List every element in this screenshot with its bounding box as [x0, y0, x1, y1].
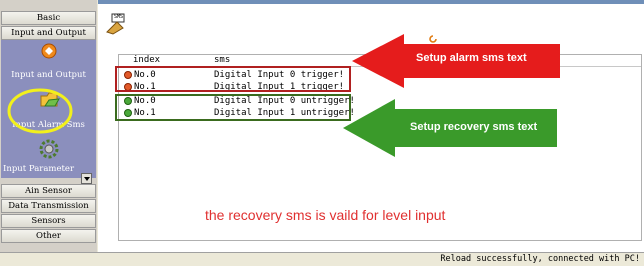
sms-icon-label: SMS — [114, 14, 124, 20]
nav-other[interactable]: Other — [1, 229, 96, 243]
alarm-callout-arrow: Setup alarm sms text — [352, 32, 562, 90]
network-orb-icon — [41, 43, 57, 59]
recovery-rows-highlight — [115, 94, 351, 121]
nav-basic[interactable]: Basic — [1, 11, 96, 25]
column-header-index[interactable]: index — [133, 55, 160, 66]
panel-item-label: Input and Output — [11, 70, 86, 80]
nav-ain-sensor[interactable]: Ain Sensor — [1, 184, 96, 198]
sms-toolbar-button[interactable]: SMS — [104, 12, 128, 36]
gear-icon — [39, 139, 59, 159]
nav-data-transmission[interactable]: Data Transmission — [1, 199, 96, 213]
column-header-sms[interactable]: sms — [214, 55, 230, 66]
alarm-callout-text: Setup alarm sms text — [416, 52, 527, 64]
panel-item-input-output[interactable]: Input and Output — [1, 40, 96, 85]
status-text: Reload successfully, connected with PC! — [440, 254, 640, 264]
nav-input-output[interactable]: Input and Output — [1, 26, 96, 40]
recovery-note: the recovery sms is vaild for level inpu… — [205, 207, 446, 223]
recovery-callout-arrow: Setup recovery sms text — [343, 97, 559, 159]
chevron-down-icon[interactable] — [81, 173, 92, 184]
highlight-ellipse — [7, 88, 73, 134]
alarm-rows-highlight — [115, 66, 351, 92]
panel-item-input-alarm-sms[interactable]: Input Alarm Sms — [1, 85, 96, 135]
panel-item-input-parameter[interactable]: Input Parameter — [1, 135, 96, 178]
nav-sensors[interactable]: Sensors — [1, 214, 96, 228]
input-output-panel: Input and Output Input Alarm Sms Input P… — [1, 40, 96, 184]
sidebar: Basic Input and Output Input and Output … — [0, 0, 97, 252]
recovery-callout-text: Setup recovery sms text — [410, 121, 538, 133]
status-bar: Reload successfully, connected with PC! — [0, 252, 644, 266]
title-strip — [98, 0, 644, 4]
